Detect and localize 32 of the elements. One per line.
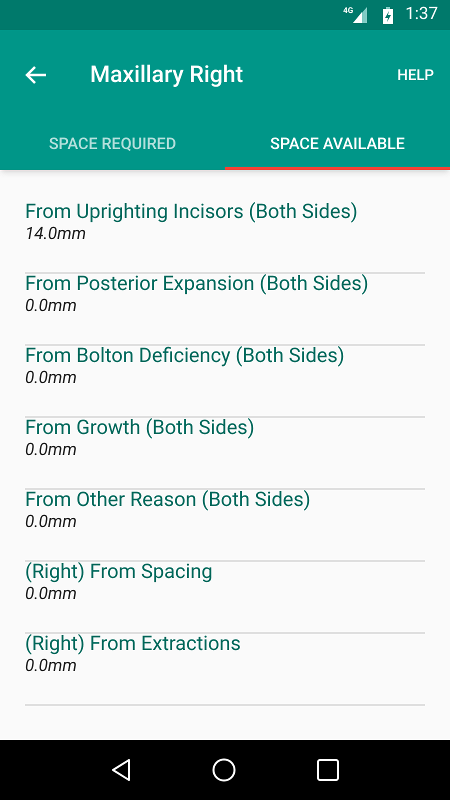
item-title: From Growth (Both Sides) (25, 415, 256, 439)
item-value: 0.0mm (25, 295, 78, 317)
signal-icon (353, 7, 368, 23)
item-value: 0.0mm (25, 583, 78, 605)
list-item[interactable]: From Uprighting Incisors (Both Sides) 14.0mm (25, 202, 425, 274)
item-value: 0.0mm (25, 511, 78, 533)
item-title: From Posterior Expansion (Both Sides) (25, 271, 370, 295)
back-arrow-icon (25, 65, 47, 85)
item-value: 0.0mm (25, 367, 78, 389)
overview-icon[interactable] (317, 759, 340, 781)
list-item[interactable]: From Bolton Deficiency (Both Sides) 0.0mm (25, 346, 425, 418)
home-icon[interactable] (212, 758, 236, 782)
item-title: (Right) From Spacing (25, 559, 214, 583)
battery-icon (383, 6, 394, 24)
list-item[interactable]: From Other Reason (Both Sides) 0.0mm (25, 490, 425, 562)
item-value: 14.0mm (25, 223, 88, 245)
list-item[interactable]: (Right) From Extractions 0.0mm (25, 634, 425, 706)
screen-title: Maxillary Right (90, 60, 244, 90)
list-item[interactable]: From Growth (Both Sides) 0.0mm (25, 418, 425, 490)
clock-text: 1:37 (405, 3, 438, 26)
item-title: From Bolton Deficiency (Both Sides) (25, 343, 346, 367)
help-button[interactable]: HELP (397, 64, 434, 86)
list-item[interactable]: From Posterior Expansion (Both Sides) 0.0mm (25, 274, 425, 346)
item-value: 0.0mm (25, 439, 78, 461)
back-icon[interactable] (110, 758, 131, 782)
network-label: 4G (343, 7, 354, 15)
list-item[interactable]: (Right) From Spacing 0.0mm (25, 562, 425, 634)
item-title: From Uprighting Incisors (Both Sides) (25, 199, 359, 223)
tab[interactable]: SPACE AVAILABLE (225, 120, 450, 170)
item-title: From Other Reason (Both Sides) (25, 487, 312, 511)
item-title: (Right) From Extractions (25, 631, 242, 655)
item-value: 0.0mm (25, 655, 78, 677)
